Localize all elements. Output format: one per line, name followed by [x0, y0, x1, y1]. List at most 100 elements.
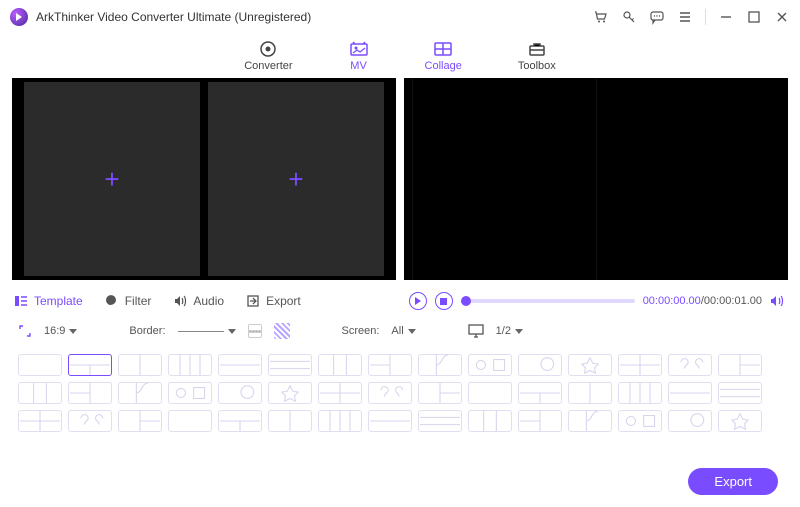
export-button[interactable]: Export	[688, 468, 778, 495]
template-row	[18, 382, 782, 404]
template-thumb[interactable]	[468, 410, 512, 432]
screen-dropdown[interactable]: All	[391, 325, 415, 337]
template-thumb[interactable]	[418, 354, 462, 376]
template-thumb[interactable]	[568, 354, 612, 376]
close-button[interactable]	[774, 9, 790, 25]
template-thumb[interactable]	[668, 382, 712, 404]
template-thumb[interactable]	[618, 410, 662, 432]
separator	[705, 9, 706, 25]
template-thumb[interactable]	[318, 382, 362, 404]
template-thumb[interactable]	[118, 354, 162, 376]
template-thumb[interactable]	[68, 410, 112, 432]
aspect-value: 16:9	[44, 325, 65, 337]
chevron-down-icon	[69, 329, 77, 334]
aspect-ratio-dropdown[interactable]: 16:9	[44, 325, 77, 337]
template-thumb[interactable]	[168, 410, 212, 432]
template-thumb[interactable]	[518, 410, 562, 432]
key-icon[interactable]	[621, 9, 637, 25]
app-title: ArkThinker Video Converter Ultimate (Unr…	[36, 10, 311, 24]
page-dropdown[interactable]: 1/2	[496, 325, 523, 337]
template-thumb[interactable]	[118, 382, 162, 404]
template-thumb[interactable]	[18, 410, 62, 432]
border-color-picker[interactable]	[274, 323, 290, 339]
template-thumb[interactable]	[218, 410, 262, 432]
template-thumb[interactable]	[168, 382, 212, 404]
template-row	[18, 410, 782, 432]
template-thumb[interactable]	[618, 354, 662, 376]
template-options: 16:9 Border: Screen: All 1/2	[0, 316, 800, 346]
seek-knob[interactable]	[461, 296, 471, 306]
audio-label: Audio	[193, 294, 224, 308]
template-thumb[interactable]	[718, 354, 762, 376]
menu-icon[interactable]	[677, 9, 693, 25]
template-thumb[interactable]	[218, 354, 262, 376]
collage-slot-2[interactable]: +	[208, 82, 384, 276]
template-thumb[interactable]	[568, 410, 612, 432]
border-preview	[178, 331, 224, 332]
template-thumb[interactable]	[168, 354, 212, 376]
preview-slot-1	[412, 78, 596, 280]
template-thumb[interactable]	[68, 354, 112, 376]
border-toggle[interactable]	[248, 324, 262, 338]
add-icon: +	[288, 164, 303, 195]
seek-slider[interactable]	[461, 299, 635, 303]
template-thumb[interactable]	[668, 410, 712, 432]
template-thumb[interactable]	[518, 354, 562, 376]
film-strip-left	[12, 78, 20, 280]
tab-label: Converter	[244, 60, 292, 72]
time-current: 00:00:00.00	[643, 295, 701, 307]
template-thumb[interactable]	[268, 382, 312, 404]
cart-icon[interactable]	[593, 9, 609, 25]
tab-toolbox[interactable]: Toolbox	[518, 40, 556, 72]
volume-icon[interactable]	[770, 294, 786, 308]
template-thumb[interactable]	[268, 354, 312, 376]
film-strip-right	[780, 78, 788, 280]
tab-mv[interactable]: MV	[349, 40, 369, 72]
template-tab[interactable]: Template	[14, 294, 83, 308]
template-thumb[interactable]	[368, 354, 412, 376]
template-grid	[0, 346, 800, 440]
template-thumb[interactable]	[218, 382, 262, 404]
mid-toolbar: Template Filter Audio Export 00:00:00.00…	[0, 286, 800, 316]
template-thumb[interactable]	[518, 382, 562, 404]
template-thumb[interactable]	[718, 382, 762, 404]
template-thumb[interactable]	[318, 354, 362, 376]
maximize-button[interactable]	[746, 9, 762, 25]
template-thumb[interactable]	[618, 382, 662, 404]
template-thumb[interactable]	[268, 410, 312, 432]
add-icon: +	[104, 164, 119, 195]
template-thumb[interactable]	[368, 410, 412, 432]
template-thumb[interactable]	[668, 354, 712, 376]
template-thumb[interactable]	[118, 410, 162, 432]
template-thumb[interactable]	[68, 382, 112, 404]
stop-button[interactable]	[435, 292, 453, 310]
tab-collage[interactable]: Collage	[425, 40, 462, 72]
export-icon	[246, 294, 260, 308]
tab-converter[interactable]: Converter	[244, 40, 292, 72]
template-thumb[interactable]	[568, 382, 612, 404]
template-thumb[interactable]	[418, 410, 462, 432]
template-icon	[14, 294, 28, 308]
audio-tab[interactable]: Audio	[173, 294, 224, 308]
workspace: + +	[0, 78, 800, 286]
export-tab[interactable]: Export	[246, 294, 301, 308]
play-button[interactable]	[409, 292, 427, 310]
screen-value: All	[391, 325, 403, 337]
chevron-down-icon	[408, 329, 416, 334]
chat-icon[interactable]	[649, 9, 665, 25]
template-thumb[interactable]	[418, 382, 462, 404]
template-thumb[interactable]	[468, 382, 512, 404]
template-thumb[interactable]	[18, 354, 62, 376]
audio-icon	[173, 294, 187, 308]
chevron-down-icon	[228, 329, 236, 334]
template-thumb[interactable]	[18, 382, 62, 404]
template-thumb[interactable]	[718, 410, 762, 432]
film-strip-right	[388, 78, 396, 280]
border-style-dropdown[interactable]	[178, 329, 236, 334]
filter-tab[interactable]: Filter	[105, 294, 152, 308]
template-thumb[interactable]	[318, 410, 362, 432]
template-thumb[interactable]	[468, 354, 512, 376]
collage-slot-1[interactable]: +	[24, 82, 200, 276]
template-thumb[interactable]	[368, 382, 412, 404]
minimize-button[interactable]	[718, 9, 734, 25]
